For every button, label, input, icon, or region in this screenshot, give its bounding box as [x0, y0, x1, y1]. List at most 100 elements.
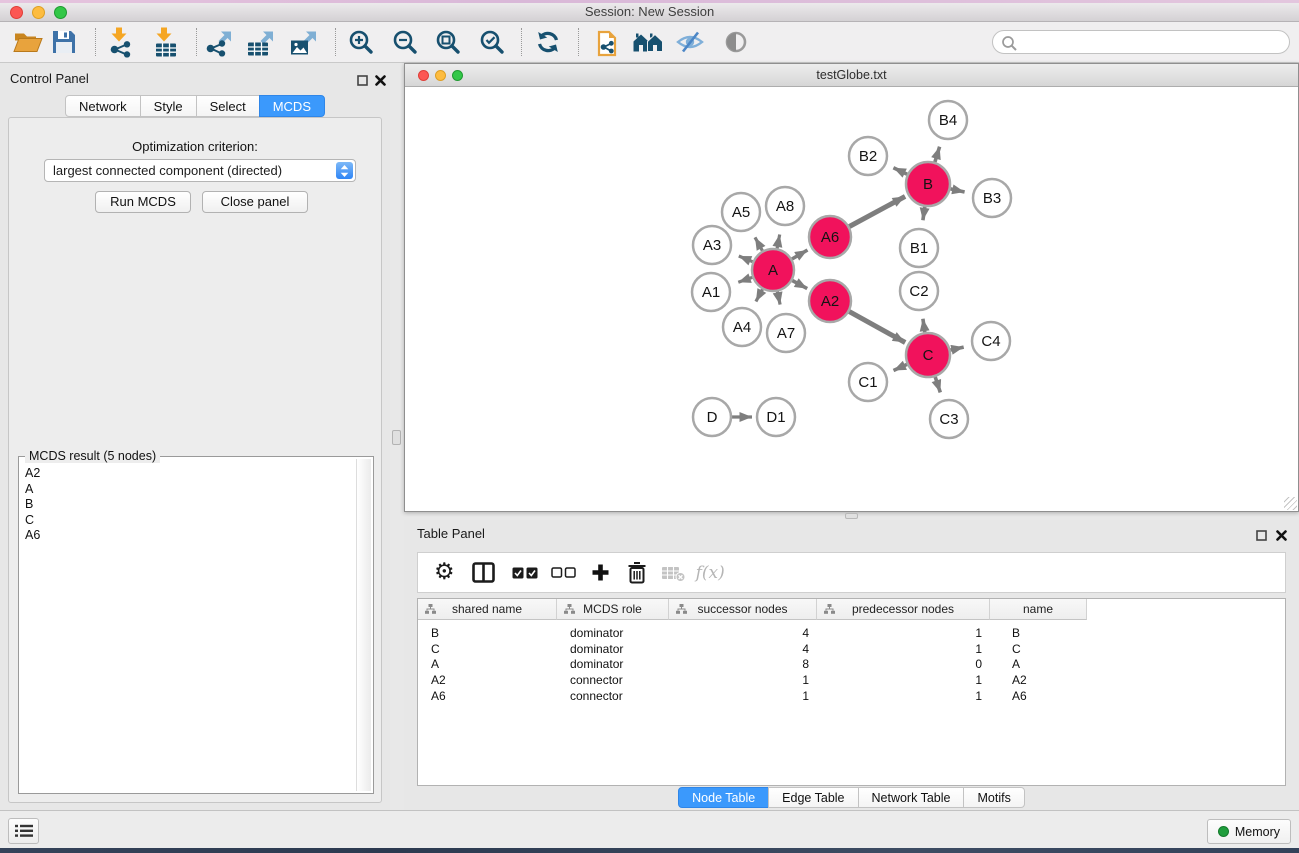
vertical-split-grip[interactable] [392, 430, 401, 445]
table-cell[interactable]: 1 [817, 689, 990, 703]
mcds-result-item[interactable]: A6 [25, 528, 355, 544]
graph-edge[interactable] [894, 364, 908, 370]
graph-edge[interactable] [792, 281, 807, 289]
graph-edge[interactable] [792, 250, 808, 259]
table-cell[interactable]: 0 [817, 657, 990, 671]
import-table-icon[interactable] [153, 27, 179, 58]
save-session-icon[interactable] [51, 29, 77, 55]
tab-edge-table[interactable]: Edge Table [768, 787, 858, 808]
network-minimize-traffic-light[interactable] [435, 70, 446, 81]
table-row[interactable]: A6connector11A6 [418, 688, 1285, 704]
table-row[interactable]: A2connector11A2 [418, 672, 1285, 688]
graph-edge[interactable] [935, 377, 940, 393]
window-resize-grip[interactable] [1284, 497, 1297, 510]
graph-node[interactable]: B4 [929, 101, 967, 139]
column-header-successor-nodes[interactable]: successor nodes [669, 599, 817, 620]
table-cell[interactable]: 1 [669, 673, 817, 687]
table-row[interactable]: Cdominator41C [418, 641, 1285, 657]
hide-selected-icon[interactable] [675, 30, 705, 55]
graph-edge[interactable] [756, 289, 763, 301]
import-network-icon[interactable] [108, 27, 134, 58]
mcds-result-item[interactable]: A [25, 482, 355, 498]
graph-edge[interactable] [951, 189, 965, 192]
graph-node[interactable]: A4 [723, 308, 761, 346]
table-cell[interactable]: A6 [990, 689, 1087, 703]
export-image-icon[interactable] [289, 28, 319, 57]
show-columns-icon[interactable] [472, 562, 495, 583]
graph-node[interactable]: A7 [767, 314, 805, 352]
column-header-name[interactable]: name [990, 599, 1087, 620]
column-header-mcds-role[interactable]: MCDS role [557, 599, 669, 620]
delete-column-icon[interactable] [627, 561, 647, 584]
export-network-icon[interactable] [204, 28, 234, 57]
graph-node[interactable]: A5 [722, 193, 760, 231]
close-panel-icon[interactable] [375, 73, 386, 91]
table-cell[interactable]: 4 [669, 642, 817, 656]
graph-node[interactable]: A8 [766, 187, 804, 225]
zoom-fit-icon[interactable] [436, 30, 461, 55]
table-cell[interactable]: 1 [669, 689, 817, 703]
graph-edge[interactable] [849, 196, 905, 226]
criterion-select[interactable]: largest connected component (directed) [44, 159, 356, 182]
tab-network[interactable]: Network [65, 95, 141, 117]
table-settings-icon[interactable]: ⚙ [434, 562, 455, 583]
table-cell[interactable]: C [418, 642, 557, 656]
result-list-scrollbar[interactable] [356, 459, 371, 791]
tab-motifs[interactable]: Motifs [963, 787, 1024, 808]
network-zoom-traffic-light[interactable] [452, 70, 463, 81]
table-row[interactable]: Bdominator41B [418, 625, 1285, 641]
table-cell[interactable]: A2 [418, 673, 557, 687]
table-float-panel-icon[interactable] [1256, 528, 1267, 546]
table-row[interactable]: Adominator80A [418, 657, 1285, 673]
graph-node[interactable]: A3 [693, 226, 731, 264]
close-traffic-light[interactable] [10, 6, 23, 19]
mcds-result-item[interactable]: C [25, 513, 355, 529]
table-cell[interactable]: 1 [817, 626, 990, 640]
new-network-from-selection-icon[interactable] [594, 27, 620, 57]
create-column-icon[interactable] [591, 563, 610, 582]
table-cell[interactable]: B [418, 626, 557, 640]
table-cell[interactable]: A6 [418, 689, 557, 703]
horizontal-split-grip[interactable] [845, 513, 858, 519]
graph-edge[interactable] [923, 319, 925, 333]
first-neighbors-icon[interactable] [633, 31, 664, 54]
graph-edge[interactable] [738, 277, 752, 282]
table-cell[interactable]: connector [557, 689, 669, 703]
search-input[interactable] [992, 30, 1290, 54]
deselect-all-icon[interactable] [551, 567, 576, 578]
table-cell[interactable]: A [418, 657, 557, 671]
graph-node[interactable]: C4 [972, 322, 1010, 360]
export-table-icon[interactable] [246, 28, 276, 57]
network-graph[interactable]: AA1A2A3A4A5A6A7A8BB1B2B3B4CC1C2C3C4DD1 [405, 88, 1298, 511]
graph-edge[interactable] [755, 237, 762, 250]
zoom-selected-icon[interactable] [480, 30, 505, 55]
table-cell[interactable]: connector [557, 673, 669, 687]
tab-network-table[interactable]: Network Table [858, 787, 965, 808]
graph-node[interactable]: A2 [809, 280, 851, 322]
graph-edge[interactable] [951, 347, 964, 350]
table-cell[interactable]: A [990, 657, 1087, 671]
column-header-shared-name[interactable]: shared name [418, 599, 557, 620]
show-all-icon[interactable] [724, 30, 749, 55]
table-cell[interactable]: 1 [817, 673, 990, 687]
tab-node-table[interactable]: Node Table [678, 787, 769, 808]
table-cell[interactable]: 4 [669, 626, 817, 640]
graph-edge[interactable] [777, 235, 780, 249]
table-close-panel-icon[interactable] [1276, 528, 1287, 546]
table-cell[interactable]: dominator [557, 657, 669, 671]
minimize-traffic-light[interactable] [32, 6, 45, 19]
table-cell[interactable]: B [990, 626, 1087, 640]
zoom-traffic-light[interactable] [54, 6, 67, 19]
task-history-button[interactable] [8, 818, 39, 844]
table-cell[interactable]: A2 [990, 673, 1087, 687]
graph-edge[interactable] [935, 147, 940, 162]
tab-select[interactable]: Select [196, 95, 260, 117]
table-cell[interactable]: C [990, 642, 1087, 656]
graph-node[interactable]: B2 [849, 137, 887, 175]
apply-layout-icon[interactable] [535, 29, 561, 55]
memory-button[interactable]: Memory [1207, 819, 1291, 844]
table-cell[interactable]: 8 [669, 657, 817, 671]
graph-node[interactable]: A6 [809, 216, 851, 258]
run-mcds-button[interactable]: Run MCDS [95, 191, 191, 213]
tab-style[interactable]: Style [140, 95, 197, 117]
